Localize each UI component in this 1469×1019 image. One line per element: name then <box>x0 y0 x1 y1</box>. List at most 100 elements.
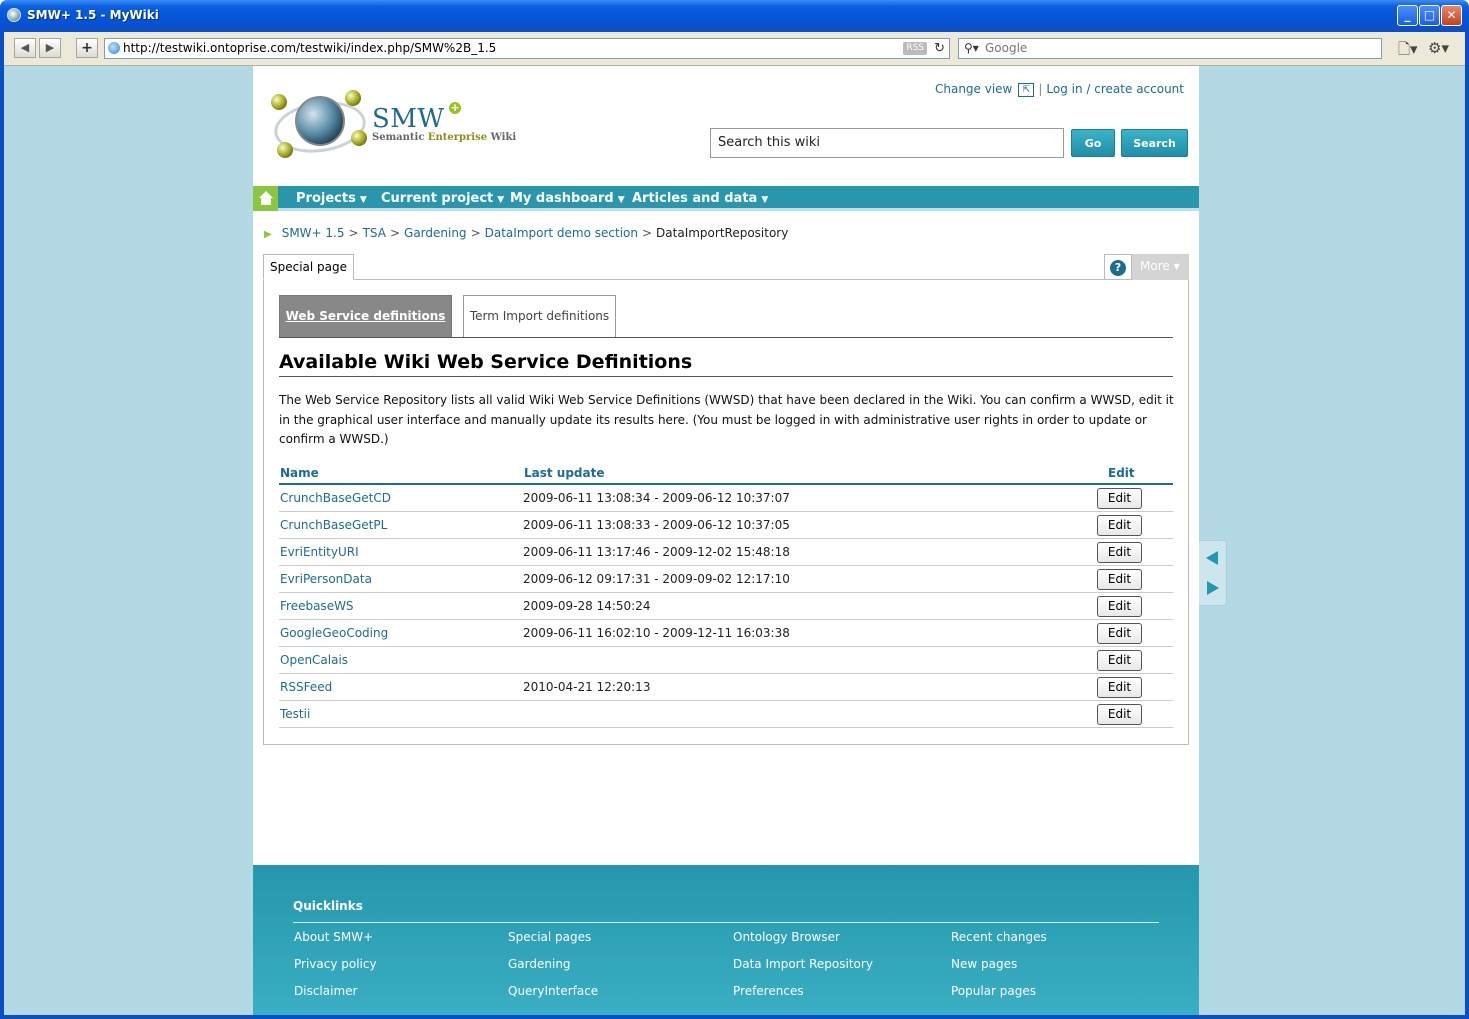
maximize-button[interactable]: □ <box>1419 5 1440 26</box>
menu-my-dashboard[interactable]: My dashboard ▼ <box>510 186 625 211</box>
go-button[interactable]: Go <box>1071 129 1115 157</box>
breadcrumb-item[interactable]: DataImport demo section <box>485 226 638 240</box>
chevron-down-icon: ▼ <box>761 195 769 205</box>
quicklink[interactable]: Disclaimer <box>294 984 357 998</box>
webservice-name-link[interactable]: Testii <box>280 707 310 721</box>
minimize-button[interactable]: _ <box>1397 5 1418 26</box>
logo-ball <box>351 130 367 146</box>
last-update-value: 2009-06-11 13:08:33 - 2009-06-12 10:37:0… <box>523 518 790 532</box>
forward-button[interactable]: ▶ <box>39 38 61 58</box>
tab-special-page[interactable]: Special page <box>263 254 355 280</box>
quicklink[interactable]: Privacy policy <box>294 957 377 971</box>
last-update-value: 2009-06-12 09:17:31 - 2009-09-02 12:17:1… <box>523 572 790 586</box>
webservice-name-link[interactable]: RSSFeed <box>280 680 332 694</box>
menu-projects[interactable]: Projects ▼ <box>296 186 367 211</box>
quicklink[interactable]: About SMW+ <box>294 930 373 944</box>
quicklink[interactable]: Gardening <box>508 957 571 971</box>
arrow-left-icon[interactable] <box>1206 551 1218 565</box>
breadcrumb-item[interactable]: TSA <box>363 226 386 240</box>
menu-current-project[interactable]: Current project ▼ <box>381 186 504 211</box>
table-row: EvriPersonData 2009-06-12 09:17:31 - 2009… <box>279 566 1173 593</box>
edit-button[interactable]: Edit <box>1097 650 1142 671</box>
globe-icon <box>108 42 120 54</box>
tab-web-service-definitions[interactable]: Web Service definitions <box>279 295 452 338</box>
webservice-name-link[interactable]: GoogleGeoCoding <box>280 626 388 640</box>
table-body: CrunchBaseGetCD 2009-06-11 13:08:34 - 200… <box>279 485 1173 728</box>
login-link[interactable]: Log in / create account <box>1046 82 1184 96</box>
home-button[interactable] <box>253 186 278 211</box>
table-row: Testii Edit <box>279 701 1173 728</box>
logo-ball <box>271 94 287 110</box>
change-view-icon[interactable]: ⇱ <box>1018 82 1035 97</box>
new-tab-button[interactable]: + <box>76 38 98 58</box>
quicklink[interactable]: Recent changes <box>951 930 1047 944</box>
edit-button[interactable]: Edit <box>1097 623 1142 644</box>
last-update-value: 2009-06-11 13:08:34 - 2009-06-12 10:37:0… <box>523 491 790 505</box>
breadcrumb-sep: > <box>470 226 481 240</box>
webservice-name-link[interactable]: CrunchBaseGetCD <box>280 491 391 505</box>
breadcrumb: ▶ SMW+ 1.5 > TSA > Gardening > DataImport demo … <box>264 226 788 240</box>
breadcrumb-sep: > <box>641 226 653 240</box>
chevron-down-icon: ▼ <box>617 195 625 205</box>
edit-button[interactable]: Edit <box>1097 569 1142 590</box>
quicklink[interactable]: Special pages <box>508 930 591 944</box>
chevron-down-icon: ▼ <box>359 195 367 205</box>
browser-search-input[interactable]: ⚲▾ Google <box>958 38 1382 59</box>
quicklink[interactable]: Data Import Repository <box>733 957 873 971</box>
more-menu-button[interactable]: More ▾ <box>1132 254 1189 280</box>
brand-tagline: Semantic Enterprise Wiki <box>372 132 516 143</box>
chevron-down-icon: ▼ <box>497 195 505 205</box>
menu-articles-data[interactable]: Articles and data ▼ <box>632 186 768 211</box>
browser-app-icon <box>7 8 21 22</box>
smw-logo[interactable] <box>269 84 370 162</box>
description-text: The Web Service Repository lists all val… <box>279 393 1174 446</box>
edit-button[interactable]: Edit <box>1097 704 1142 725</box>
table-header: Name Last update Edit <box>279 464 1173 485</box>
browser-search-placeholder: Google <box>985 41 1028 55</box>
arrow-right-icon[interactable] <box>1207 581 1219 595</box>
address-bar[interactable]: http://testwiki.ontoprise.com/testwiki/i… <box>104 38 950 59</box>
home-icon-wall <box>261 198 271 205</box>
subtab-divider <box>279 337 1173 338</box>
user-links: Change view ⇱ | Log in / create account <box>934 82 1184 97</box>
webservice-name-link[interactable]: EvriPersonData <box>280 572 372 586</box>
menu-label: My dashboard <box>510 191 614 206</box>
change-view-link[interactable]: Change view <box>935 82 1012 96</box>
column-header-last-update[interactable]: Last update <box>524 466 605 480</box>
last-update-value: 2009-06-11 16:02:10 - 2009-12-11 16:03:3… <box>523 626 790 640</box>
reload-icon[interactable]: ↻ <box>934 39 945 58</box>
window-frame-right <box>1465 32 1469 1019</box>
column-header-name[interactable]: Name <box>280 466 319 480</box>
edit-button[interactable]: Edit <box>1097 596 1142 617</box>
webservice-name-link[interactable]: FreebaseWS <box>280 599 354 613</box>
webservice-name-link[interactable]: OpenCalais <box>280 653 348 667</box>
breadcrumb-sep: > <box>348 226 359 240</box>
tagline-enterprise: Enterprise <box>427 132 488 143</box>
quicklink[interactable]: Preferences <box>733 984 804 998</box>
tab-term-import-definitions[interactable]: Term Import definitions <box>463 295 616 338</box>
edit-button[interactable]: Edit <box>1097 488 1142 509</box>
quicklink[interactable]: Popular pages <box>951 984 1036 998</box>
breadcrumb-item[interactable]: SMW+ 1.5 <box>282 226 345 240</box>
back-button[interactable]: ◀ <box>14 38 36 58</box>
breadcrumb-item[interactable]: Gardening <box>404 226 467 240</box>
webservice-name-link[interactable]: CrunchBaseGetPL <box>280 518 387 532</box>
webservice-name-link[interactable]: EvriEntityURI <box>280 545 359 559</box>
last-update-value: 2009-06-11 13:17:46 - 2009-12-02 15:48:1… <box>523 545 790 559</box>
close-button[interactable]: ✕ <box>1441 5 1462 26</box>
breadcrumb-sep: > <box>389 226 401 240</box>
search-button[interactable]: Search <box>1121 129 1188 157</box>
rss-icon[interactable]: RSS <box>903 42 927 55</box>
edit-button[interactable]: Edit <box>1097 515 1142 536</box>
edit-button[interactable]: Edit <box>1097 677 1142 698</box>
edit-button[interactable]: Edit <box>1097 542 1142 563</box>
wiki-search-input[interactable]: Search this wiki <box>710 128 1064 158</box>
quicklink[interactable]: QueryInterface <box>508 984 598 998</box>
help-button[interactable]: ? <box>1104 254 1132 280</box>
quicklink[interactable]: Ontology Browser <box>733 930 840 944</box>
quicklink[interactable]: New pages <box>951 957 1017 971</box>
tools-menu-icon[interactable]: ⚙▾ <box>1428 39 1449 57</box>
wiki-content: SMW + Semantic Enterprise Wiki Change vi… <box>253 66 1199 865</box>
breadcrumb-current: DataImportRepository <box>656 226 789 240</box>
page-menu-icon[interactable]: 🗋▾ <box>1398 39 1418 64</box>
